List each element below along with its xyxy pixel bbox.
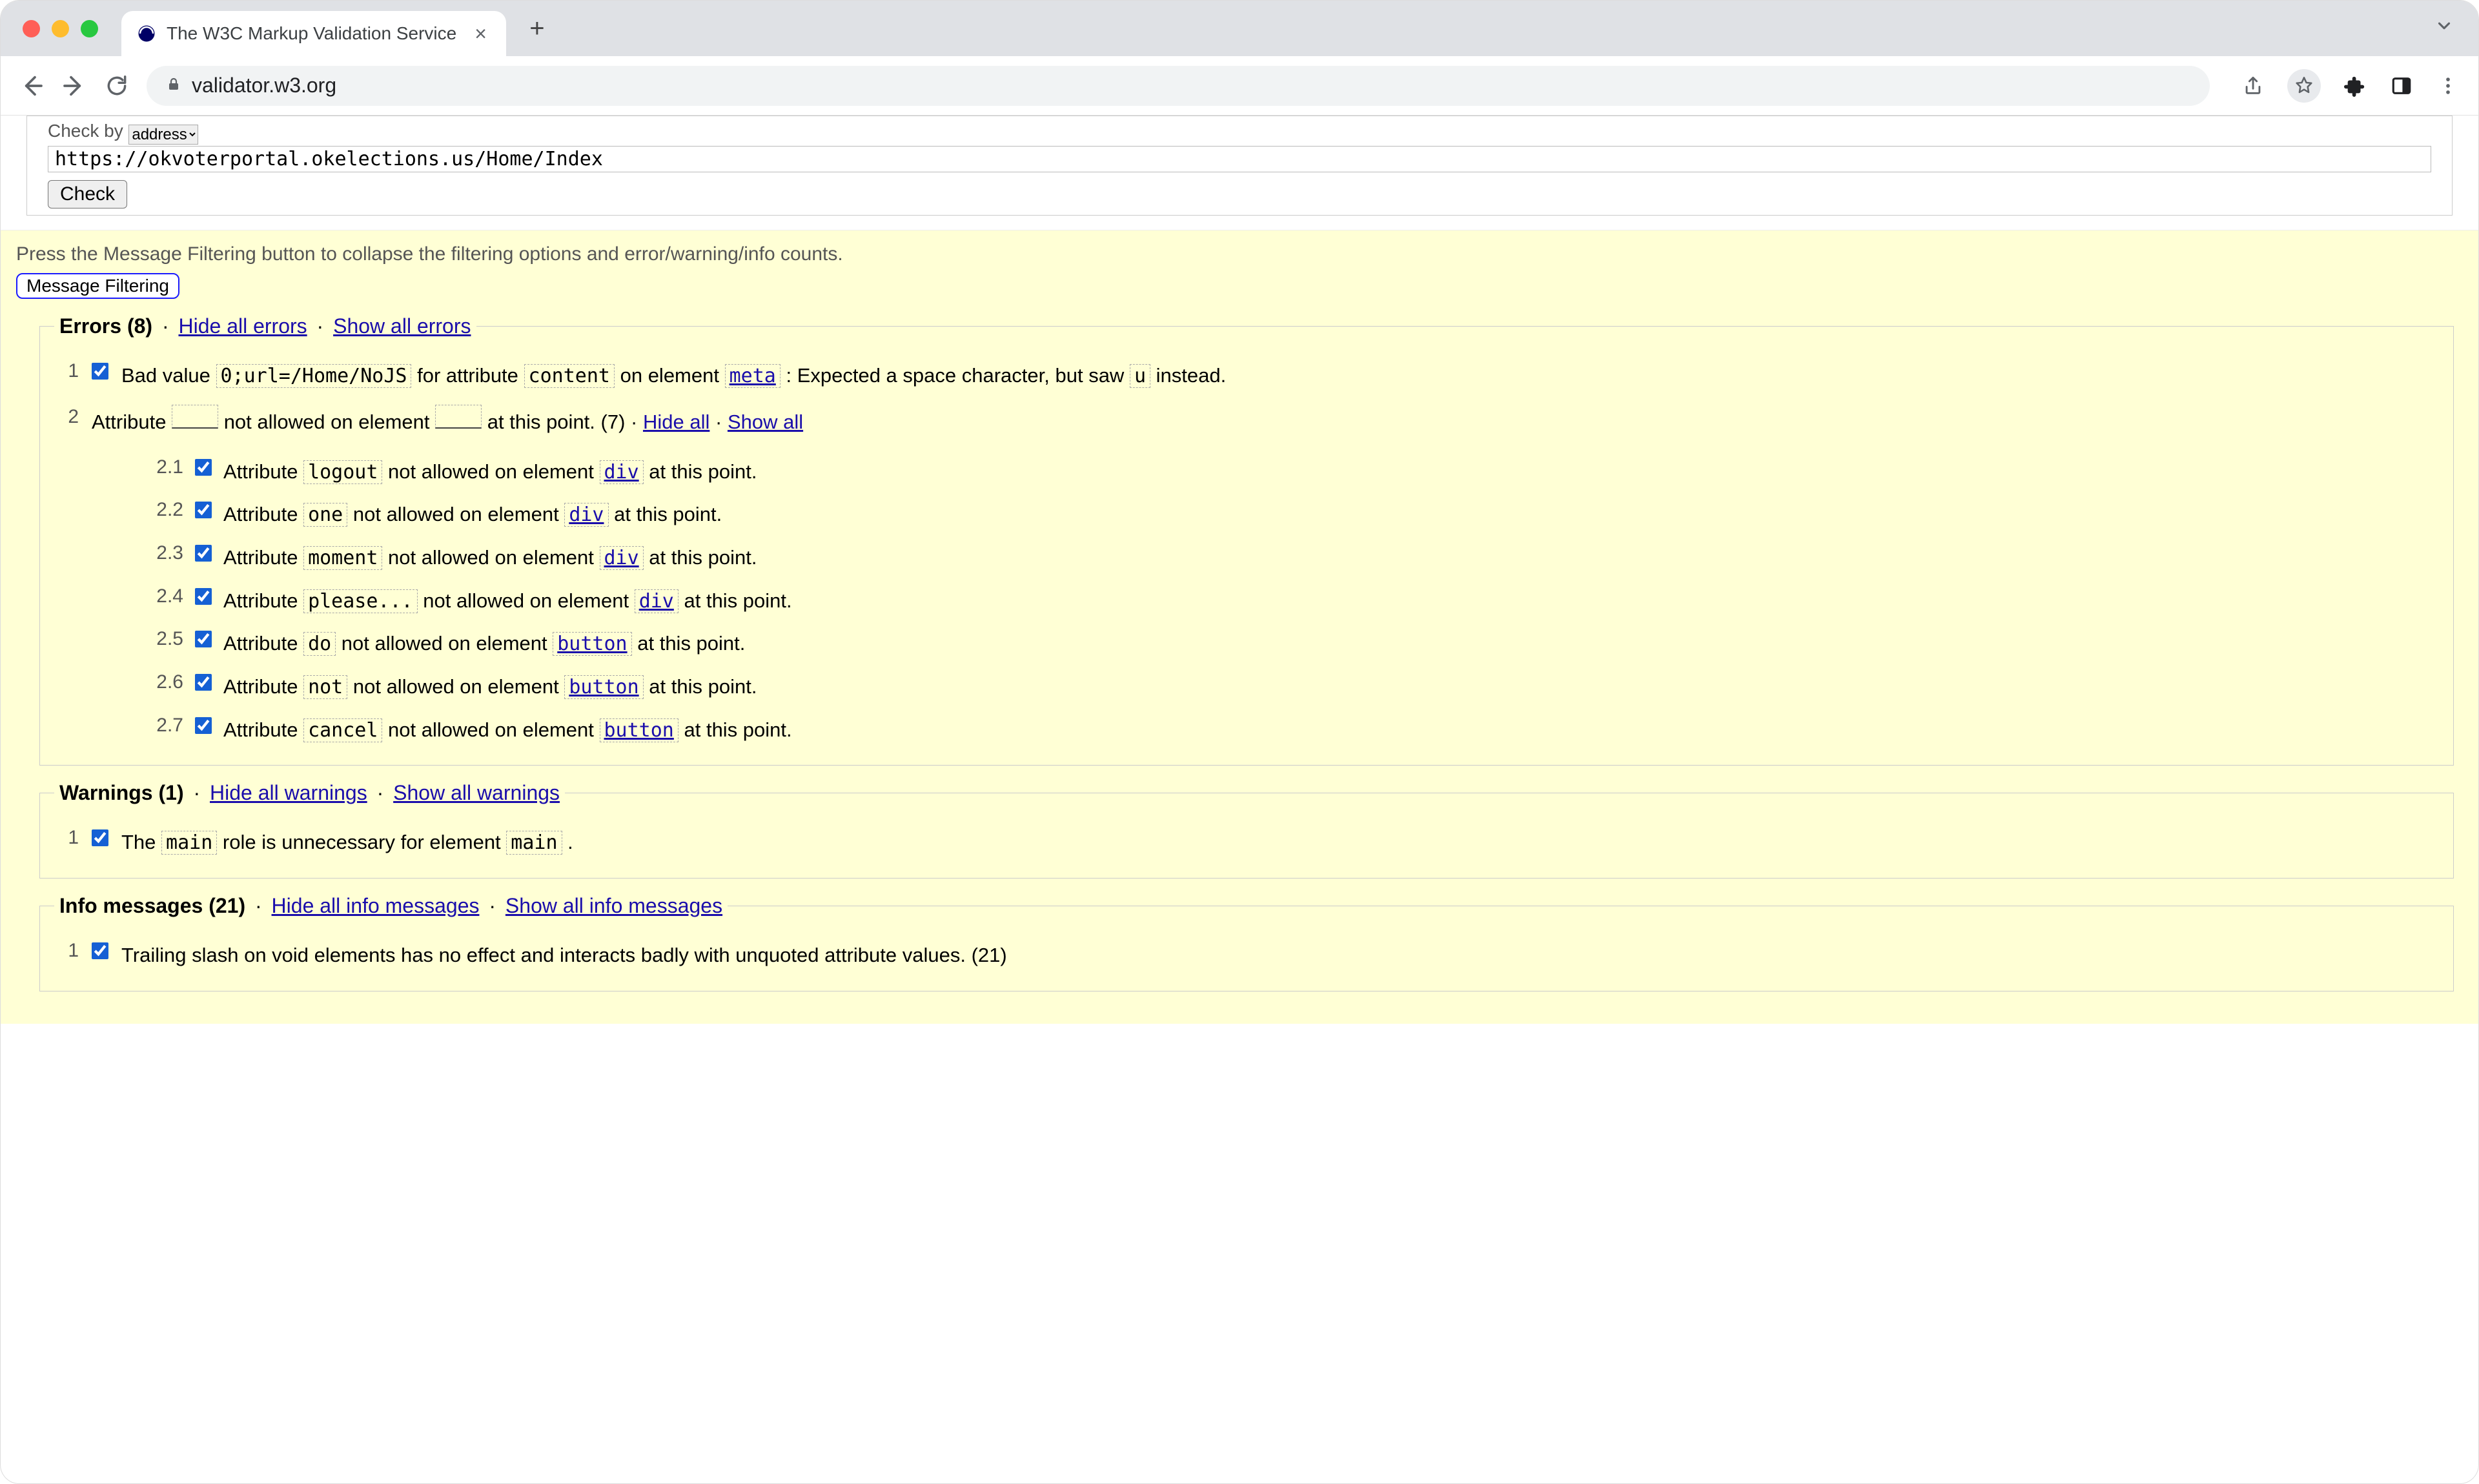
error-2-3-elem-link[interactable]: div: [604, 547, 639, 569]
error-2-6: 2.6Attribute not not allowed on element …: [148, 670, 2439, 704]
tab-favicon: [137, 24, 156, 43]
show-all-warnings-link[interactable]: Show all warnings: [393, 781, 560, 804]
error-2-4-elem-link[interactable]: div: [639, 590, 674, 613]
filter-hint-text: Press the Message Filtering button to co…: [1, 243, 2478, 273]
url-input[interactable]: validator.w3.org: [147, 66, 2210, 106]
errors-group: Errors (8) · Hide all errors · Show all …: [39, 314, 2454, 766]
minimize-window-button[interactable]: [52, 20, 69, 37]
tab-title: The W3C Markup Validation Service: [167, 23, 456, 44]
info-1-text: Trailing slash on void elements has no e…: [121, 944, 972, 966]
info-1-count: (21): [972, 944, 1007, 966]
error-2-5: 2.5Attribute do not allowed on element b…: [148, 627, 2439, 661]
message-filter-panel: Press the Message Filtering button to co…: [1, 230, 2478, 1024]
tab-strip: The W3C Markup Validation Service × +: [1, 1, 2478, 56]
error-2-1-checkbox[interactable]: [195, 459, 212, 476]
error-2-elem-blank: [435, 405, 482, 429]
error-2-4-checkbox[interactable]: [195, 588, 212, 605]
sidepanel-icon[interactable]: [2389, 74, 2414, 98]
window-controls: [23, 20, 98, 37]
info-count: 21: [216, 894, 239, 917]
error-1-attrname: content: [524, 364, 615, 388]
error-2-5-attr: do: [303, 632, 336, 656]
bookmark-star-icon[interactable]: [2287, 69, 2321, 103]
forward-button[interactable]: [61, 73, 87, 99]
new-tab-button[interactable]: +: [518, 9, 556, 48]
error-item-2: 2 Attribute not allowed on element at th…: [54, 405, 2439, 747]
error-2-7: 2.7Attribute cancel not allowed on eleme…: [148, 713, 2439, 747]
warnings-legend-label: Warnings: [59, 781, 153, 804]
error-2-3-attr: moment: [303, 546, 382, 570]
error-1-element-link[interactable]: meta: [729, 365, 776, 387]
close-window-button[interactable]: [23, 20, 40, 37]
errors-legend-label: Errors: [59, 314, 121, 338]
error-2-1-attr: logout: [303, 460, 382, 484]
error-item-1: 1 Bad value 0;url=/Home/NoJS for attribu…: [54, 359, 2439, 393]
error-2-6-elem-link[interactable]: button: [569, 676, 638, 698]
info-legend-label: Info messages: [59, 894, 203, 917]
close-tab-icon[interactable]: ×: [474, 22, 487, 46]
error-2-1-elem-link[interactable]: div: [604, 461, 639, 483]
show-all-info-link[interactable]: Show all info messages: [505, 894, 722, 917]
error-1-char: u: [1130, 364, 1150, 388]
error-2-7-checkbox[interactable]: [195, 717, 212, 734]
errors-count: 8: [134, 314, 146, 338]
warning-1-checkbox[interactable]: [92, 829, 108, 846]
error-2-hide-all-link[interactable]: Hide all: [643, 411, 709, 433]
error-2-6-attr: not: [303, 675, 347, 699]
browser-window: The W3C Markup Validation Service × + va…: [0, 0, 2479, 1484]
maximize-window-button[interactable]: [81, 20, 98, 37]
error-2-4: 2.4Attribute please... not allowed on el…: [148, 584, 2439, 618]
page-content: Check by address Check Press the Message…: [1, 116, 2478, 1483]
address-bar: validator.w3.org: [1, 56, 2478, 116]
error-2-5-elem-link[interactable]: button: [557, 633, 627, 655]
warnings-count: 1: [165, 781, 177, 804]
extensions-icon[interactable]: [2343, 74, 2367, 98]
browser-tab[interactable]: The W3C Markup Validation Service ×: [121, 11, 506, 56]
error-2-2: 2.2Attribute one not allowed on element …: [148, 498, 2439, 532]
error-2-2-elem-link[interactable]: div: [569, 503, 604, 526]
kebab-menu-icon[interactable]: [2436, 74, 2460, 98]
error-2-2-checkbox[interactable]: [195, 502, 212, 518]
error-2-count: (7): [601, 411, 626, 433]
checkby-label: Check by: [48, 121, 123, 141]
error-2-4-attr: please...: [303, 589, 418, 613]
error-1-checkbox[interactable]: [92, 363, 108, 380]
check-button[interactable]: Check: [48, 180, 127, 208]
error-2-2-attr: one: [303, 503, 347, 527]
hide-all-errors-link[interactable]: Hide all errors: [178, 314, 307, 338]
message-filtering-button[interactable]: Message Filtering: [16, 273, 179, 299]
address-input[interactable]: [48, 146, 2431, 172]
show-all-errors-link[interactable]: Show all errors: [333, 314, 471, 338]
info-1-checkbox[interactable]: [92, 942, 108, 959]
checker-form: Check by address Check: [26, 116, 2453, 216]
warning-item-1: 1 The main role is unnecessary for eleme…: [54, 826, 2439, 860]
error-2-3-checkbox[interactable]: [195, 545, 212, 562]
warnings-group: Warnings (1) · Hide all warnings · Show …: [39, 781, 2454, 879]
info-item-1: 1 Trailing slash on void elements has no…: [54, 939, 2439, 973]
back-button[interactable]: [19, 73, 45, 99]
tabs-chevron-icon[interactable]: [2434, 16, 2454, 41]
lock-icon: [166, 76, 181, 96]
error-2-3: 2.3Attribute moment not allowed on eleme…: [148, 541, 2439, 575]
warning-1-code-role: main: [161, 831, 217, 855]
share-icon[interactable]: [2241, 74, 2265, 98]
error-2-7-elem-link[interactable]: button: [604, 719, 674, 742]
error-2-5-checkbox[interactable]: [195, 631, 212, 647]
error-2-6-checkbox[interactable]: [195, 674, 212, 691]
warning-1-code-elem: main: [506, 831, 562, 855]
error-2-attr-blank: [172, 405, 218, 429]
hide-all-warnings-link[interactable]: Hide all warnings: [210, 781, 367, 804]
info-group: Info messages (21) · Hide all info messa…: [39, 894, 2454, 991]
error-2-7-attr: cancel: [303, 718, 382, 742]
checkby-select[interactable]: address: [128, 125, 198, 145]
hide-all-info-link[interactable]: Hide all info messages: [272, 894, 480, 917]
error-2-1: 2.1Attribute logout not allowed on eleme…: [148, 455, 2439, 489]
reload-button[interactable]: [104, 73, 130, 99]
error-2-show-all-link[interactable]: Show all: [728, 411, 803, 433]
url-text: validator.w3.org: [192, 74, 336, 97]
error-1-badvalue: 0;url=/Home/NoJS: [216, 364, 412, 388]
